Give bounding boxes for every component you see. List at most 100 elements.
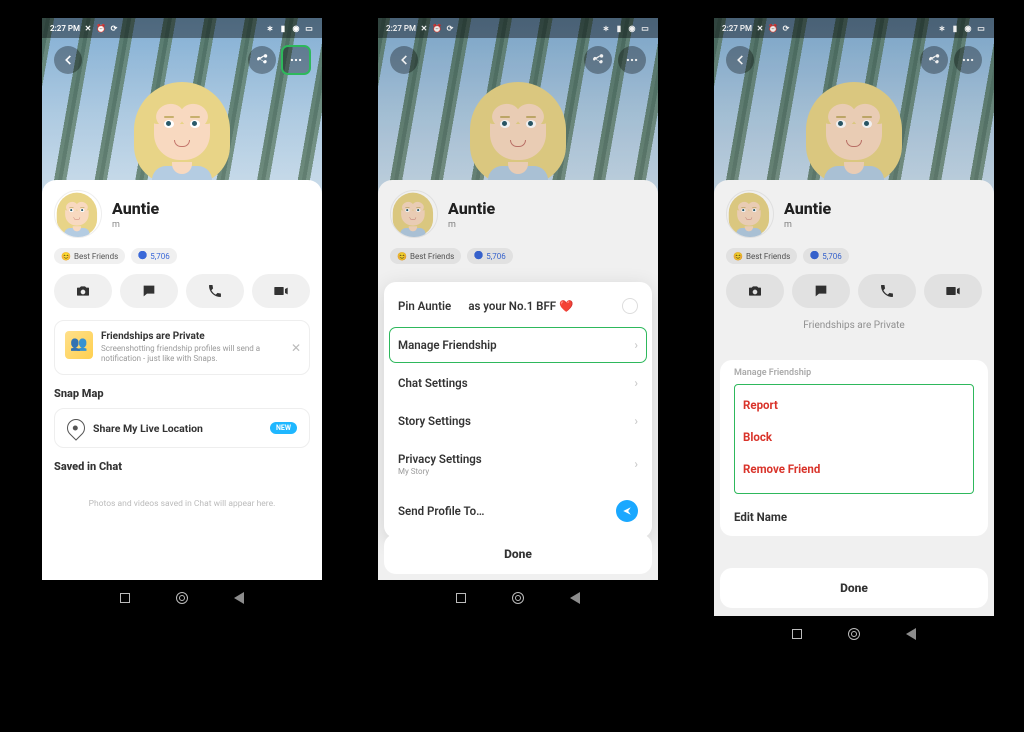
share-button[interactable] <box>248 46 276 74</box>
section-saved: Saved in Chat <box>54 460 310 473</box>
status-bar: 2:27 PM ✕ ⏰ ⟳ ∗ ▮ ◉ ▭ <box>42 18 322 38</box>
chevron-right-icon: › <box>634 338 638 352</box>
status-time: 2:27 PM <box>50 24 80 33</box>
done-button[interactable]: Done <box>720 568 988 608</box>
location-pin-icon <box>63 415 88 440</box>
action-row <box>54 274 310 308</box>
block-row[interactable]: Block <box>743 421 965 453</box>
camera-icon <box>75 283 91 299</box>
profile-row: Auntie m <box>54 190 310 238</box>
chevron-left-icon <box>61 53 75 67</box>
send-profile-label: Send Profile To… <box>398 504 484 518</box>
smiley-emoji-icon: 😊 <box>61 252 71 261</box>
saved-empty-text: Photos and videos saved in Chat will app… <box>54 481 310 527</box>
privacy-card-title: Friendships are Private <box>101 331 299 342</box>
screen-1: 2:27 PM ✕ ⏰ ⟳ ∗ ▮ ◉ ▭ <box>42 18 322 580</box>
chat-icon <box>141 283 157 299</box>
dnd-icon: ✕ <box>83 23 93 33</box>
settings-sheet: Pin Auntie as your No.1 BFF ❤️ Manage Fr… <box>384 282 652 538</box>
nav-recents-icon[interactable] <box>792 629 802 639</box>
friends-thumb-icon <box>65 331 93 359</box>
profile-sheet: Auntie m 😊 Best Friends 5,706 <box>42 180 322 580</box>
section-snapmap: Snap Map <box>54 387 310 400</box>
android-nav <box>42 580 322 616</box>
phone-1: 2:27 PM ✕ ⏰ ⟳ ∗ ▮ ◉ ▭ <box>42 18 322 616</box>
privacy-info-card: Friendships are Private Screenshotting f… <box>54 320 310 375</box>
new-badge: NEW <box>270 422 297 434</box>
share-live-location-row[interactable]: Share My Live Location NEW <box>54 408 310 448</box>
ghost-icon <box>138 251 147 261</box>
privacy-settings-sub: My Story <box>398 467 482 476</box>
more-button[interactable] <box>282 46 310 74</box>
pin-text-pre: Pin Auntie <box>398 299 451 313</box>
badge-snapscore[interactable]: 5,706 <box>131 248 177 264</box>
call-button[interactable] <box>186 274 244 308</box>
profile-name: Auntie <box>112 199 159 218</box>
avatar[interactable] <box>54 190 102 238</box>
chat-settings-row[interactable]: Chat Settings › <box>384 364 652 402</box>
wifi-icon: ◉ <box>291 23 301 33</box>
nav-recents-icon[interactable] <box>456 593 466 603</box>
screen-3: 2:27 PM✕⏰⟳ ∗▮◉▭ Auntiem 😊Best Friends5,7… <box>714 18 994 616</box>
phone-icon <box>207 283 223 299</box>
privacy-settings-label: Privacy Settings <box>398 452 482 466</box>
status-left: 2:27 PM ✕ ⏰ ⟳ <box>50 23 119 33</box>
radio-unchecked-icon <box>622 298 638 314</box>
badges: 😊 Best Friends 5,706 <box>54 248 310 264</box>
nav-back-icon[interactable] <box>906 628 916 640</box>
camera-button[interactable] <box>54 274 112 308</box>
pin-bff-row[interactable]: Pin Auntie as your No.1 BFF ❤️ <box>384 286 652 326</box>
nav-home-icon[interactable] <box>176 592 188 604</box>
chat-button[interactable] <box>120 274 178 308</box>
remove-friend-row[interactable]: Remove Friend <box>743 453 965 485</box>
nav-home-icon[interactable] <box>512 592 524 604</box>
chevron-right-icon: › <box>634 376 638 390</box>
pin-text-post: as your No.1 BFF ❤️ <box>468 299 573 313</box>
send-icon <box>616 500 638 522</box>
video-button[interactable] <box>252 274 310 308</box>
privacy-settings-row[interactable]: Privacy Settings My Story › <box>384 440 652 488</box>
phone-2: 2:27 PM✕⏰⟳ ∗▮◉▭ Auntiem 😊Best Friends5,7… <box>378 18 658 616</box>
nav-back-icon[interactable] <box>570 592 580 604</box>
screen-2: 2:27 PM✕⏰⟳ ∗▮◉▭ Auntiem 😊Best Friends5,7… <box>378 18 658 580</box>
chat-settings-label: Chat Settings <box>398 376 468 390</box>
nav-back-icon[interactable] <box>234 592 244 604</box>
status-right: ∗ ▮ ◉ ▭ <box>265 23 314 33</box>
manage-friendship-highlight: Report Block Remove Friend <box>734 384 974 494</box>
more-horizontal-icon <box>289 53 303 67</box>
bluetooth-icon: ∗ <box>265 23 275 33</box>
manage-friendship-row[interactable]: Manage Friendship › <box>390 328 646 362</box>
chevron-right-icon: › <box>634 414 638 428</box>
sync-icon: ⟳ <box>109 23 119 33</box>
nav-home-icon[interactable] <box>848 628 860 640</box>
profile-username: m <box>112 220 159 230</box>
close-card-button[interactable]: ✕ <box>291 341 301 355</box>
share-icon <box>255 53 269 67</box>
battery-icon: ▭ <box>304 23 314 33</box>
privacy-card-desc: Screenshotting friendship profiles will … <box>101 344 299 364</box>
bestfriends-label: Best Friends <box>74 252 118 261</box>
send-profile-row[interactable]: Send Profile To… <box>384 488 652 534</box>
story-settings-label: Story Settings <box>398 414 471 428</box>
report-row[interactable]: Report <box>743 389 965 421</box>
alarm-icon: ⏰ <box>96 23 106 33</box>
bitmoji-avatar <box>137 78 227 188</box>
manage-friendship-title: Manage Friendship <box>734 368 974 378</box>
snapscore-value: 5,706 <box>150 252 170 261</box>
close-icon: ✕ <box>291 341 301 355</box>
video-icon <box>273 283 289 299</box>
nav-recents-icon[interactable] <box>120 593 130 603</box>
badge-bestfriends[interactable]: 😊 Best Friends <box>54 248 125 264</box>
android-nav <box>714 616 994 652</box>
back-button[interactable] <box>54 46 82 74</box>
phone-3: 2:27 PM✕⏰⟳ ∗▮◉▭ Auntiem 😊Best Friends5,7… <box>714 18 994 652</box>
done-label: Done <box>504 547 532 561</box>
edit-name-row[interactable]: Edit Name <box>734 500 974 532</box>
signal-icon: ▮ <box>278 23 288 33</box>
share-live-label: Share My Live Location <box>93 422 262 435</box>
done-button[interactable]: Done <box>384 534 652 574</box>
manage-friendship-label: Manage Friendship <box>398 338 497 352</box>
story-settings-row[interactable]: Story Settings › <box>384 402 652 440</box>
manage-friendship-sheet: Manage Friendship Report Block Remove Fr… <box>720 360 988 536</box>
android-nav <box>378 580 658 616</box>
